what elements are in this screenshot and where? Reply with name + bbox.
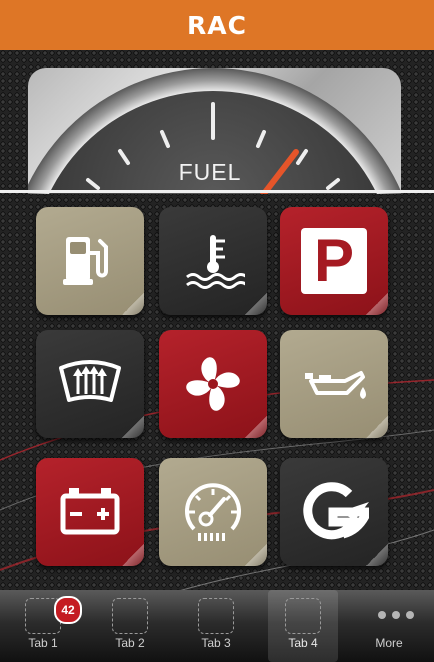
parking-icon: P <box>301 228 367 294</box>
tile-speedometer[interactable] <box>159 458 267 566</box>
fan-icon <box>186 357 240 411</box>
tile-g-logo[interactable] <box>280 458 388 566</box>
battery-icon <box>60 488 120 535</box>
tab-3-label: Tab 3 <box>201 636 231 650</box>
fuel-gauge: FUEL <box>28 68 401 194</box>
fuel-pump-icon <box>63 237 108 285</box>
speedometer-icon <box>185 483 241 541</box>
tab-more[interactable]: More <box>354 590 424 662</box>
divider <box>0 190 434 193</box>
tab-1-label: Tab 1 <box>28 636 58 650</box>
tile-battery[interactable] <box>36 458 144 566</box>
tab-4-label: Tab 4 <box>288 636 318 650</box>
tab-2-label: Tab 2 <box>115 636 145 650</box>
main-content: FUEL P <box>0 50 434 590</box>
notification-badge: 42 <box>54 596 82 624</box>
gauge-label: FUEL <box>179 159 242 185</box>
g-logo-icon <box>303 482 369 540</box>
coolant-temperature-icon <box>186 235 245 289</box>
tab-2[interactable]: Tab 2 <box>95 590 165 662</box>
tile-rear-defrost[interactable] <box>36 330 144 438</box>
tab-3[interactable]: Tab 3 <box>181 590 251 662</box>
tab-more-label: More <box>375 636 403 650</box>
tile-parking[interactable]: P <box>280 207 388 315</box>
tile-fan[interactable] <box>159 330 267 438</box>
more-dots-icon <box>378 611 414 619</box>
tile-coolant[interactable] <box>159 207 267 315</box>
tab-4-icon <box>285 598 321 634</box>
tab-1[interactable]: 42 Tab 1 <box>8 590 82 662</box>
tab-4[interactable]: Tab 4 <box>268 590 338 662</box>
app-header: RAC <box>0 0 434 50</box>
tab-bar: 42 Tab 1 Tab 2 Tab 3 Tab 4 More <box>0 590 434 662</box>
tile-oil[interactable] <box>280 330 388 438</box>
tab-3-icon <box>198 598 234 634</box>
tab-2-icon <box>112 598 148 634</box>
rac-logo: RAC <box>187 10 247 40</box>
tile-fuel[interactable] <box>36 207 144 315</box>
rear-defrost-icon <box>59 360 121 402</box>
oil-can-icon <box>305 371 366 399</box>
